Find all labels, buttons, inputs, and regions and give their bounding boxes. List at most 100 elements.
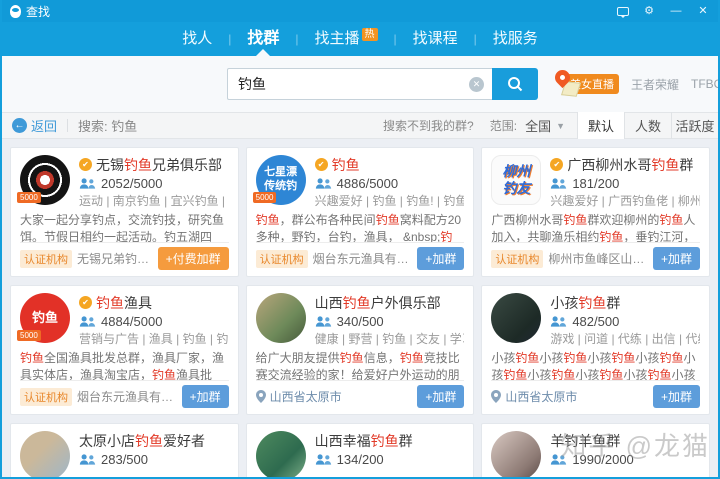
group-title: 羊钓羊鱼群 — [550, 431, 620, 451]
tab-find-people[interactable]: 找人 — [166, 22, 228, 56]
footer-text: 烟台东元渔具有限公司 — [313, 250, 418, 267]
group-card[interactable]: ✔ 山西幸福钓鱼群 134/200 — [246, 423, 475, 479]
group-description: 钓鱼，群公布各种民间钓鱼窝料配方20多种，野钓，台钓，渔具， &nbsp;钓鱼全… — [256, 212, 465, 242]
location-pin-icon — [256, 390, 266, 403]
footer-text: 柳州市鱼峰区山水兄弟渔具店 — [548, 250, 653, 267]
join-group-button[interactable]: +付费加群 — [158, 247, 229, 270]
group-tags — [79, 468, 229, 479]
group-avatar — [256, 431, 306, 479]
capacity-badge: 5000 — [17, 330, 41, 341]
group-card-grid: 5000 ✔ 无锡钓鱼兄弟俱乐部 2052/5000 运动 | 南京钓鱼 | — [10, 147, 710, 479]
members-icon — [315, 315, 332, 328]
close-icon[interactable]: ✕ — [696, 6, 710, 17]
scope-dropdown[interactable]: 全国 — [525, 116, 551, 135]
hot-link-tfbc[interactable]: TFBC — [691, 77, 720, 91]
group-title: 山西幸福钓鱼群 — [315, 431, 413, 451]
group-tags: 兴趣爱好 | 钓鱼 | 钓鱼! | 钓鱼@ | ... — [315, 192, 465, 209]
nav-tab-bar: 找人 | 找群 | 找主播热 | 找课程 | 找服务 — [2, 22, 718, 56]
group-card[interactable]: 七星漂 传统钓 5000 ✔ 钓鱼 4886/5000 — [246, 147, 475, 277]
members-icon — [550, 315, 567, 328]
members-icon — [79, 453, 96, 466]
member-count: 283/500 — [101, 452, 148, 467]
cert-badge: 认证机构 — [20, 250, 72, 268]
member-count: 482/500 — [572, 314, 619, 329]
cant-find-group-link[interactable]: 搜索不到我的群? — [383, 117, 474, 134]
footer-text: 烟台东元渔具有限公司 — [77, 388, 182, 405]
tab-label: 找主播 — [314, 30, 359, 47]
qq-logo-icon — [10, 5, 21, 18]
search-summary: 搜索: 钓鱼 — [78, 116, 137, 135]
feedback-icon[interactable] — [617, 7, 629, 16]
back-label: 返回 — [31, 116, 57, 135]
group-title: 山西钓鱼户外俱乐部 — [315, 293, 441, 313]
group-tags: 兴趣爱好 | 广西钓鱼佬 | 柳州钓鱼... — [550, 192, 700, 209]
sort-tab-members[interactable]: 人数 — [624, 112, 671, 139]
search-button[interactable] — [492, 68, 538, 100]
member-count: 340/500 — [337, 314, 384, 329]
capacity-badge: 5000 — [253, 192, 277, 203]
members-icon — [79, 315, 96, 328]
member-count: 4886/5000 — [337, 176, 398, 191]
group-description: 钓鱼全国渔具批发总群，渔具厂家，渔具实体店，渔具淘宝店，钓鱼渔具批发，钓鱼鱼竿批… — [20, 350, 229, 380]
chevron-down-icon[interactable]: ▼ — [556, 121, 565, 131]
cert-badge: 认证机构 — [256, 250, 308, 268]
join-group-button[interactable]: +加群 — [653, 247, 700, 270]
join-group-button[interactable]: +加群 — [417, 247, 464, 270]
group-avatar: 柳州 钓友 — [491, 155, 541, 205]
tab-find-groups[interactable]: 找群 — [231, 22, 295, 56]
member-count: 4884/5000 — [101, 314, 162, 329]
search-input[interactable] — [227, 68, 492, 100]
hot-badge: 热 — [362, 28, 378, 41]
tab-find-courses[interactable]: 找课程 — [397, 22, 474, 56]
divider — [67, 119, 68, 132]
group-tags: 营销与广告 | 渔具 | 钓鱼 | 钓鱼! — [79, 330, 229, 347]
join-group-button[interactable]: +加群 — [182, 385, 229, 408]
group-card[interactable]: ✔ 山西钓鱼户外俱乐部 340/500 健康 | 野营 | 钓鱼 | 交友 | … — [246, 285, 475, 415]
group-tags — [550, 468, 700, 479]
sort-tab-default[interactable]: 默认 — [577, 112, 624, 139]
sort-tabs: 默认 人数 活跃度 — [577, 112, 718, 139]
group-card[interactable]: 5000 ✔ 无锡钓鱼兄弟俱乐部 2052/5000 运动 | 南京钓鱼 | — [10, 147, 239, 277]
group-avatar — [256, 293, 306, 343]
group-description: 大家一起分享钓点，交流钓技，研究鱼饵。节假日相约一起活动。钓五湖四海，交天下朋友… — [20, 212, 229, 242]
footer-text: 山西省太原市 — [505, 388, 577, 405]
group-card[interactable]: 柳州 钓友 ✔ 广西柳州水哥钓鱼群 181/200 — [481, 147, 710, 277]
group-tags: 游戏 | 问道 | 代练 | 出信 | 代练1 | ... — [550, 330, 700, 347]
group-card[interactable]: 钓鱼 5000 ✔ 钓鱼渔具 4884/5000 — [10, 285, 239, 415]
tab-find-services[interactable]: 找服务 — [477, 22, 554, 56]
title-bar: 查找 ⚙ — ✕ — [2, 0, 718, 22]
avatar-text: 钓鱼 — [32, 310, 58, 326]
group-title: 钓鱼渔具 — [96, 293, 152, 313]
group-tags: 健康 | 野营 | 钓鱼 | 交友 | 学习 | ... — [315, 330, 465, 347]
member-count: 2052/5000 — [101, 176, 162, 191]
group-card[interactable]: ✔ 小孩钓鱼群 482/500 游戏 | 问道 | 代练 | 出信 | 代练1 … — [481, 285, 710, 415]
hot-link-kings-glory[interactable]: 王者荣耀 — [631, 76, 679, 93]
group-avatar — [491, 431, 541, 479]
group-title: 小孩钓鱼群 — [550, 293, 620, 313]
certified-medal-icon: ✔ — [315, 158, 328, 171]
back-button[interactable]: ← 返回 — [12, 116, 57, 135]
tab-find-streamers[interactable]: 找主播热 — [298, 22, 393, 56]
members-icon — [315, 177, 332, 190]
members-icon — [315, 453, 332, 466]
sort-tab-activity[interactable]: 活跃度 — [671, 112, 718, 139]
clear-search-icon[interactable]: ✕ — [469, 77, 484, 92]
find-window: 查找 ⚙ — ✕ 找人 | 找群 | 找主播热 | 找课程 | 找服务 ✕ — [0, 0, 720, 479]
join-group-button[interactable]: +加群 — [653, 385, 700, 408]
group-title: 广西柳州水哥钓鱼群 — [567, 155, 693, 175]
capacity-badge: 5000 — [17, 192, 41, 203]
group-description: 给广大朋友提供钓鱼信息，钓鱼竞技比赛交流经验的家！给爱好户外运动的朋友组建一个经… — [256, 350, 465, 380]
footer-text: 无锡兄弟钓鱼俱乐部有... — [77, 250, 158, 267]
group-card[interactable]: ✔ 羊钓羊鱼群 1990/2000 — [481, 423, 710, 479]
group-card[interactable]: ✔ 太原小店钓鱼爱好者 283/500 — [10, 423, 239, 479]
certified-medal-icon: ✔ — [79, 296, 92, 309]
certified-medal-icon: ✔ — [550, 158, 563, 171]
avatar-text: 七星漂 传统钓 — [264, 166, 297, 194]
join-group-button[interactable]: +加群 — [417, 385, 464, 408]
group-tags — [315, 468, 465, 479]
members-icon — [550, 453, 567, 466]
group-title: 钓鱼 — [332, 155, 360, 175]
minimize-icon[interactable]: — — [669, 6, 683, 17]
settings-gear-icon[interactable]: ⚙ — [642, 6, 656, 17]
cert-badge: 认证机构 — [20, 388, 72, 406]
